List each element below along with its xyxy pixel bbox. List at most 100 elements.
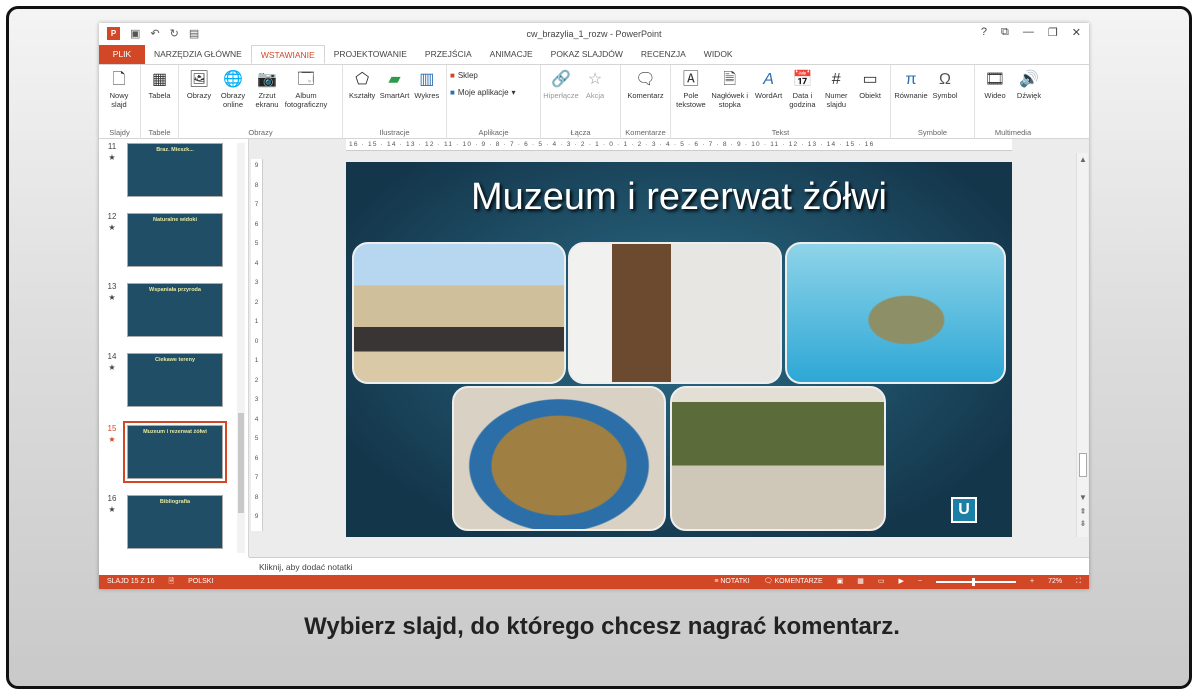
photo-plants[interactable]: [670, 386, 886, 531]
scroll-up-icon[interactable]: ▲: [1077, 155, 1089, 164]
slide-number: 16 ★: [105, 493, 119, 515]
zoom-in-icon[interactable]: +: [1030, 575, 1034, 589]
tab-file[interactable]: PLIK: [99, 45, 145, 64]
group-label: Multimedia: [994, 128, 1032, 137]
group-images: 🖼 Obrazy 🌐 Obrazy online 📷 Zrzut ekranu 🗔 Al…: [179, 65, 343, 139]
tab-view[interactable]: WIDOK: [695, 45, 742, 64]
thumbnail-slide-14[interactable]: 14 ★ Ciekawe tereny: [105, 351, 235, 413]
editor-scrollbar[interactable]: ▲ ▼ ⇞ ⇟: [1076, 153, 1088, 537]
restore-icon[interactable]: ❐: [1048, 26, 1058, 39]
thumbnail-slide-16[interactable]: 16 ★ Bibliografia: [105, 493, 235, 555]
scroll-down-icon[interactable]: ▼: [1077, 493, 1089, 502]
shapes-icon: ⬠: [355, 70, 370, 88]
tab-slideshow[interactable]: POKAZ SLAJDÓW: [542, 45, 632, 64]
chart-icon: ▥: [419, 70, 435, 88]
thumbnail-title: Braz. Mieszk...: [156, 147, 194, 153]
photo-turtle-hatchlings[interactable]: [452, 386, 666, 531]
photo-turtle-pool[interactable]: [785, 242, 1006, 384]
comment-label: Komentarz: [627, 91, 664, 100]
notes-pane[interactable]: Kliknij, aby dodać notatki: [249, 557, 1089, 575]
slide-number: 11 ★: [105, 141, 119, 163]
language-indicator[interactable]: POLSKI: [188, 575, 213, 589]
fit-to-window-icon[interactable]: ⛶: [1076, 575, 1081, 589]
tab-home[interactable]: NARZĘDZIA GŁÓWNE: [145, 45, 251, 64]
ruler-tick: 8: [254, 493, 259, 501]
header-footer-label: Nagłówek i stopka: [711, 91, 749, 109]
group-label: Obrazy: [248, 128, 273, 137]
minimize-icon[interactable]: —: [1023, 26, 1034, 39]
ruler-tick: 2: [254, 376, 259, 384]
instruction-caption: Wybierz slajd, do którego chcesz nagrać …: [304, 613, 900, 640]
spellcheck-icon[interactable]: 🗎: [168, 575, 174, 589]
photo-album-label: Album fotograficzny: [284, 91, 328, 109]
group-slides: 🗋 Nowy slajd Slajdy: [99, 65, 141, 139]
group-label: Łącza: [570, 128, 591, 137]
slide-number-text: 11: [107, 142, 117, 151]
slide-number-text: 12: [107, 212, 117, 221]
ruler-tick: 4: [254, 415, 259, 423]
thumbnail-scrollbar[interactable]: [237, 143, 245, 553]
previous-slide-icon[interactable]: ⇞: [1077, 507, 1089, 516]
chart-label: Wykres: [414, 91, 440, 100]
scrollbar-thumb[interactable]: [1079, 453, 1087, 477]
online-picture-icon: 🌐: [223, 70, 243, 88]
slide-title[interactable]: Muzeum i rezerwat żółwi: [346, 176, 1012, 219]
slide-number: 12 ★: [105, 211, 119, 233]
thumbnail-slide-11[interactable]: 11 ★ Braz. Mieszk...: [105, 141, 235, 203]
thumbnail-slide-15[interactable]: 15 ★ Muzeum i rezerwat żółwi: [105, 421, 235, 485]
horizontal-ruler: 16 · 15 · 14 · 13 · 12 · 11 · 10 · 9 · 8…: [346, 139, 1012, 151]
wordart-icon: A: [763, 70, 774, 88]
tab-design[interactable]: PROJEKTOWANIE: [325, 45, 416, 64]
animation-star-icon: ★: [108, 505, 116, 514]
picture-icon: 🖼: [188, 70, 210, 88]
thumbnail-title: Naturalne widoki: [152, 217, 197, 223]
thumbnail-slide-12[interactable]: 12 ★ Naturalne widoki: [105, 211, 235, 273]
table-icon: ▦: [151, 70, 168, 88]
current-slide[interactable]: Muzeum i rezerwat żółwi U: [346, 162, 1012, 537]
online-pictures-label: Obrazy online: [220, 91, 246, 109]
group-label: Slajdy: [109, 128, 130, 137]
symbol-label: Symbol: [932, 91, 958, 100]
thumbnail-image: Wspaniała przyroda: [127, 283, 223, 337]
slide-sorter-icon[interactable]: ▦: [857, 575, 864, 589]
photo-turtle-sculpture[interactable]: [352, 242, 566, 384]
ruler-tick: 6: [254, 220, 259, 228]
tab-transitions[interactable]: PRZEJŚCIA: [416, 45, 481, 64]
thumbnail-slide-13[interactable]: 13 ★ Wspaniała przyroda: [105, 281, 235, 343]
zoom-out-icon[interactable]: −: [918, 575, 922, 589]
notes-toggle[interactable]: ≡ NOTATKI: [714, 575, 749, 589]
close-icon[interactable]: ✕: [1072, 26, 1081, 39]
action-star-icon: ☆: [587, 70, 603, 88]
slide-number: 15 ★: [105, 423, 119, 445]
my-apps-button[interactable]: ■ Moje aplikacje ▾: [450, 88, 537, 97]
ruler-tick: 5: [254, 240, 259, 247]
comments-toggle[interactable]: 🗨 KOMENTARZE: [764, 575, 823, 589]
help-icon[interactable]: ?: [981, 26, 987, 39]
slide-counter: SLAJD 15 Z 16: [107, 578, 155, 585]
tab-review[interactable]: RECENZJA: [632, 45, 695, 64]
group-label: Aplikacje: [478, 128, 509, 137]
slide-editor: 16 · 15 · 14 · 13 · 12 · 11 · 10 · 9 · 8…: [249, 139, 1089, 557]
zoom-level[interactable]: 72%: [1048, 575, 1062, 589]
globe-link-icon: 🔗: [551, 70, 571, 88]
zoom-slider-thumb[interactable]: [971, 578, 975, 586]
photo-turtle-shells[interactable]: [568, 242, 782, 384]
scrollbar-thumb[interactable]: [238, 413, 244, 513]
tab-insert[interactable]: WSTAWIANIE: [250, 45, 325, 64]
store-button[interactable]: ■ Sklep: [450, 71, 537, 80]
ruler-tick: 1: [254, 318, 259, 325]
ruler-tick: 1: [254, 357, 259, 364]
next-slide-icon[interactable]: ⇟: [1077, 519, 1089, 528]
screenshot-label: Zrzut ekranu: [255, 91, 279, 109]
reading-view-icon[interactable]: ▭: [878, 575, 885, 589]
normal-view-icon[interactable]: ▣: [837, 575, 844, 589]
ruler-tick: 2: [254, 298, 259, 306]
ribbon-display-icon[interactable]: ⧉: [1001, 26, 1009, 39]
tab-animations[interactable]: ANIMACJE: [481, 45, 542, 64]
thumbnail-title: Bibliografia: [159, 499, 191, 505]
zoom-slider[interactable]: [935, 578, 1016, 586]
slideshow-icon[interactable]: ▶: [899, 575, 904, 589]
album-icon: 🗔: [297, 70, 315, 88]
ruler-tick: 0: [254, 337, 259, 345]
smartart-icon: ▰: [388, 70, 401, 88]
